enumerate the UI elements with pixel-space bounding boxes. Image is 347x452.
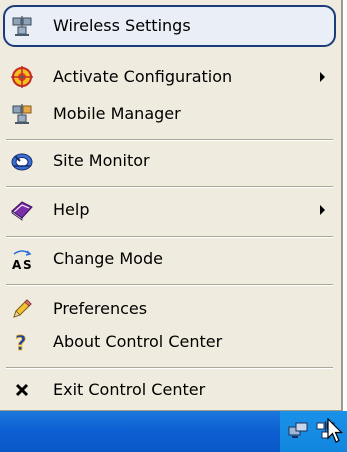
svg-text:A: A	[12, 258, 22, 270]
exit-x-icon	[11, 379, 33, 401]
context-menu: Wireless Settings Activate Configuration	[0, 0, 343, 412]
menu-item-label: Site Monitor	[53, 151, 150, 170]
menu-item-label: Change Mode	[53, 249, 163, 268]
mouse-pointer-icon	[327, 417, 343, 448]
menu-item-help[interactable]: Help	[4, 190, 335, 230]
help-book-icon	[11, 199, 33, 221]
svg-text:S: S	[23, 258, 32, 270]
menu-item-label: Mobile Manager	[53, 104, 181, 123]
menu-item-wireless-settings[interactable]: Wireless Settings	[3, 5, 336, 47]
mobile-manager-icon	[11, 103, 33, 125]
menu-item-exit-control-center[interactable]: Exit Control Center	[4, 370, 335, 410]
menu-item-site-monitor[interactable]: Site Monitor	[4, 141, 335, 181]
menu-item-activate-configuration[interactable]: Activate Configuration	[4, 57, 335, 97]
wireless-settings-icon	[11, 15, 33, 37]
menu-item-label: Wireless Settings	[53, 16, 191, 35]
menu-item-change-mode[interactable]: A S Change Mode	[4, 239, 335, 279]
menu-item-mobile-manager[interactable]: Mobile Manager	[4, 94, 335, 134]
activate-configuration-icon	[11, 66, 33, 88]
menu-separator	[6, 236, 333, 238]
svg-text:?: ?	[15, 331, 27, 353]
site-monitor-icon	[11, 150, 33, 172]
menu-item-label: Exit Control Center	[53, 380, 206, 399]
menu-item-label: About Control Center	[53, 332, 223, 351]
change-mode-icon: A S	[11, 248, 33, 270]
submenu-arrow-icon	[320, 72, 325, 82]
menu-separator	[6, 186, 333, 188]
submenu-arrow-icon	[320, 205, 325, 215]
question-mark-icon: ?	[11, 331, 33, 353]
preferences-pencil-icon	[11, 298, 33, 320]
menu-item-label: Activate Configuration	[53, 67, 233, 86]
menu-item-label: Help	[53, 200, 90, 219]
network-computers-icon[interactable]	[288, 421, 310, 445]
menu-separator	[6, 367, 333, 369]
menu-item-about-control-center[interactable]: ? About Control Center	[4, 322, 335, 362]
menu-separator	[6, 284, 333, 286]
